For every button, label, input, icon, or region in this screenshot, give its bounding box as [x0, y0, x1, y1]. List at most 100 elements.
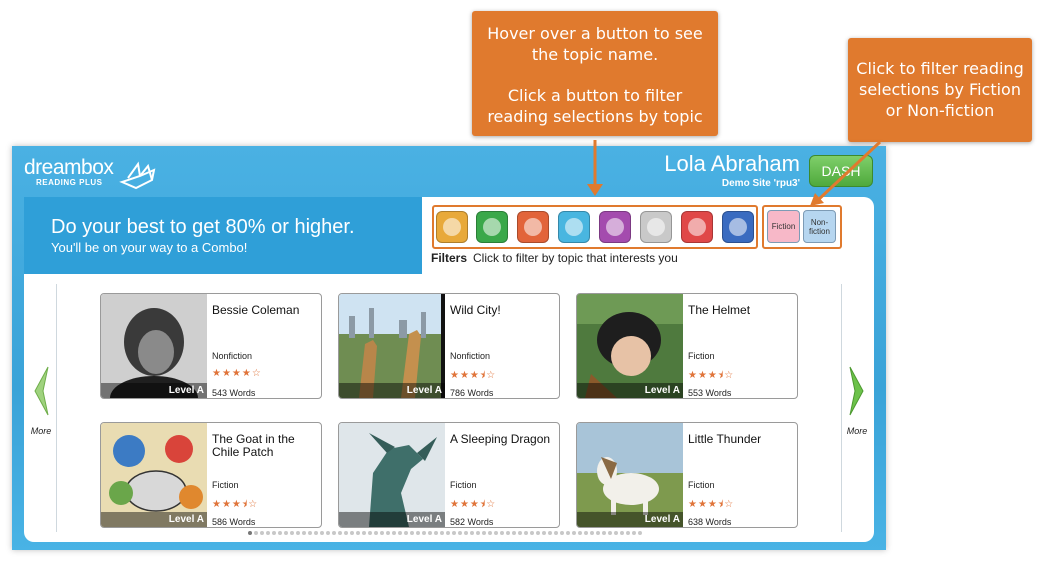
book-card-goat-chile-patch[interactable]: Level A The Goat in the Chile Patch Fict… [100, 422, 322, 528]
page-dot[interactable] [560, 531, 564, 535]
page-dot[interactable] [572, 531, 576, 535]
page-dot[interactable] [470, 531, 474, 535]
fiction-filter-callout: Click to filter reading selections by Fi… [848, 38, 1032, 142]
page-dot[interactable] [248, 531, 252, 535]
callout-text: the topic name. [531, 45, 659, 64]
page-dot[interactable] [350, 531, 354, 535]
topic-button-globe[interactable] [476, 211, 508, 243]
callout-text: Click a button to filter [507, 86, 683, 105]
page-dot[interactable] [536, 531, 540, 535]
page-dot[interactable] [434, 531, 438, 535]
page-dot[interactable] [554, 531, 558, 535]
page-dot[interactable] [584, 531, 588, 535]
page-dot[interactable] [314, 531, 318, 535]
page-dot[interactable] [494, 531, 498, 535]
page-dot[interactable] [374, 531, 378, 535]
page-dot[interactable] [272, 531, 276, 535]
page-dot[interactable] [476, 531, 480, 535]
page-dot[interactable] [614, 531, 618, 535]
nonfiction-filter-button[interactable]: Non-fiction [803, 210, 836, 243]
page-dot[interactable] [620, 531, 624, 535]
topic-button-flame[interactable] [517, 211, 549, 243]
page-dot[interactable] [332, 531, 336, 535]
page-dot[interactable] [548, 531, 552, 535]
page-dot[interactable] [278, 531, 282, 535]
page-dot[interactable] [398, 531, 402, 535]
page-dot[interactable] [368, 531, 372, 535]
page-dot[interactable] [500, 531, 504, 535]
page-dot[interactable] [362, 531, 366, 535]
page-dot[interactable] [482, 531, 486, 535]
topic-button-gear[interactable] [681, 211, 713, 243]
page-dot[interactable] [254, 531, 258, 535]
page-dot[interactable] [608, 531, 612, 535]
user-name: Lola Abraham [664, 151, 800, 176]
page-dot[interactable] [386, 531, 390, 535]
page-dot[interactable] [302, 531, 306, 535]
page-dot[interactable] [290, 531, 294, 535]
page-dot[interactable] [464, 531, 468, 535]
topic-button-ball[interactable] [722, 211, 754, 243]
page-dot[interactable] [410, 531, 414, 535]
page-dot[interactable] [602, 531, 606, 535]
dash-button[interactable]: DASH [809, 155, 873, 187]
reading-app-window: dreambox READING PLUS Lola Abraham Demo … [12, 146, 886, 550]
word-count: 786 Words [450, 388, 494, 398]
page-dot[interactable] [392, 531, 396, 535]
page-dot[interactable] [542, 531, 546, 535]
page-dot[interactable] [590, 531, 594, 535]
tools-icon [647, 218, 665, 236]
page-dot[interactable] [308, 531, 312, 535]
book-genre: Fiction [212, 480, 239, 490]
page-dot[interactable] [518, 531, 522, 535]
fiction-filter-button[interactable]: Fiction [767, 210, 800, 243]
book-card-sleeping-dragon[interactable]: Level A A Sleeping Dragon Fiction ★★★⯨☆ … [338, 422, 560, 528]
page-dot[interactable] [344, 531, 348, 535]
page-dot[interactable] [428, 531, 432, 535]
page-dot[interactable] [416, 531, 420, 535]
page-dot[interactable] [488, 531, 492, 535]
page-dot[interactable] [440, 531, 444, 535]
word-count: 553 Words [688, 388, 732, 398]
page-dot[interactable] [284, 531, 288, 535]
page-dot[interactable] [326, 531, 330, 535]
page-dot[interactable] [530, 531, 534, 535]
topic-button-tools[interactable] [640, 211, 672, 243]
topic-button-camera[interactable] [599, 211, 631, 243]
page-dot[interactable] [566, 531, 570, 535]
flame-icon [524, 218, 542, 236]
topic-button-magnifier[interactable] [558, 211, 590, 243]
filters-label: Filters [431, 251, 468, 265]
page-dot[interactable] [356, 531, 360, 535]
page-dot[interactable] [458, 531, 462, 535]
page-dot[interactable] [422, 531, 426, 535]
page-dot[interactable] [260, 531, 264, 535]
page-dot[interactable] [512, 531, 516, 535]
topic-button-people[interactable] [436, 211, 468, 243]
page-dot[interactable] [380, 531, 384, 535]
page-dot[interactable] [632, 531, 636, 535]
page-dot[interactable] [626, 531, 630, 535]
page-dot[interactable] [638, 531, 642, 535]
page-dot[interactable] [452, 531, 456, 535]
page-dot[interactable] [404, 531, 408, 535]
more-previous-button[interactable]: More [26, 365, 56, 436]
page-dot[interactable] [296, 531, 300, 535]
page-dot[interactable] [506, 531, 510, 535]
book-card-the-helmet[interactable]: Level A The Helmet Fiction ★★★⯨☆ 553 Wor… [576, 293, 798, 399]
page-dot[interactable] [266, 531, 270, 535]
more-next-button[interactable]: More [842, 365, 872, 436]
level-label: Level A [339, 512, 445, 527]
page-dot[interactable] [596, 531, 600, 535]
page-dot[interactable] [320, 531, 324, 535]
level-label: Level A [101, 383, 207, 398]
page-dot[interactable] [338, 531, 342, 535]
reading-content-panel: Do your best to get 80% or higher. You'l… [24, 197, 874, 542]
page-dot[interactable] [578, 531, 582, 535]
book-card-wild-city[interactable]: Level A Wild City! Nonfiction ★★★⯨☆ 786 … [338, 293, 560, 399]
page-dot[interactable] [446, 531, 450, 535]
book-card-bessie-coleman[interactable]: Level A Bessie Coleman Nonfiction ★★★★☆ … [100, 293, 322, 399]
callout-text: Hover over a button to see [487, 24, 703, 43]
page-dot[interactable] [524, 531, 528, 535]
book-card-little-thunder[interactable]: Level A Little Thunder Fiction ★★★⯨☆ 638… [576, 422, 798, 528]
